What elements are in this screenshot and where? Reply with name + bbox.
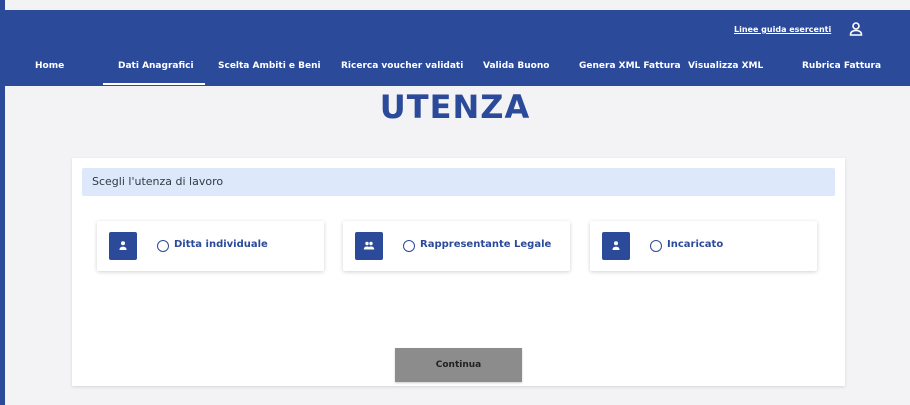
person-icon <box>602 232 630 260</box>
page-title: UTENZA <box>379 88 531 126</box>
nav-rubrica-fattura[interactable]: Rubrica Fattura <box>802 61 881 71</box>
card-header: Scegli l'utenza di lavoro <box>82 168 835 196</box>
nav-active-indicator <box>103 83 205 85</box>
nav-genera-xml[interactable]: Genera XML Fattura <box>579 61 681 71</box>
continue-button[interactable]: Continua <box>395 348 522 382</box>
utenza-card: Scegli l'utenza di lavoro Ditta individu… <box>72 158 845 386</box>
user-icon[interactable] <box>848 21 864 37</box>
option-ditta-individuale[interactable]: Ditta individuale <box>97 221 324 271</box>
nav-ricerca-voucher[interactable]: Ricerca voucher validati <box>341 61 463 71</box>
nav-home[interactable]: Home <box>35 61 64 71</box>
radio-incaricato[interactable] <box>650 240 662 252</box>
nav-dati-anagrafici[interactable]: Dati Anagrafici <box>118 61 194 71</box>
nav-visualizza-xml[interactable]: Visualizza XML <box>688 61 763 71</box>
radio-rappresentante-legale[interactable] <box>403 240 415 252</box>
option-label: Rappresentante Legale <box>420 239 552 250</box>
option-label: Ditta individuale <box>174 239 268 250</box>
guide-link[interactable]: Linee guida esercenti <box>734 25 831 34</box>
person-icon <box>109 232 137 260</box>
radio-ditta-individuale[interactable] <box>157 240 169 252</box>
top-nav-bar: Linee guida esercenti Home Dati Anagrafi… <box>5 10 910 86</box>
option-incaricato[interactable]: Incaricato <box>590 221 817 271</box>
card-header-label: Scegli l'utenza di lavoro <box>92 175 224 188</box>
people-icon <box>355 232 383 260</box>
nav-scelta-ambiti[interactable]: Scelta Ambiti e Beni <box>218 61 321 71</box>
option-label: Incaricato <box>667 239 724 250</box>
nav-valida-buono[interactable]: Valida Buono <box>483 61 549 71</box>
option-rappresentante-legale[interactable]: Rappresentante Legale <box>343 221 570 271</box>
